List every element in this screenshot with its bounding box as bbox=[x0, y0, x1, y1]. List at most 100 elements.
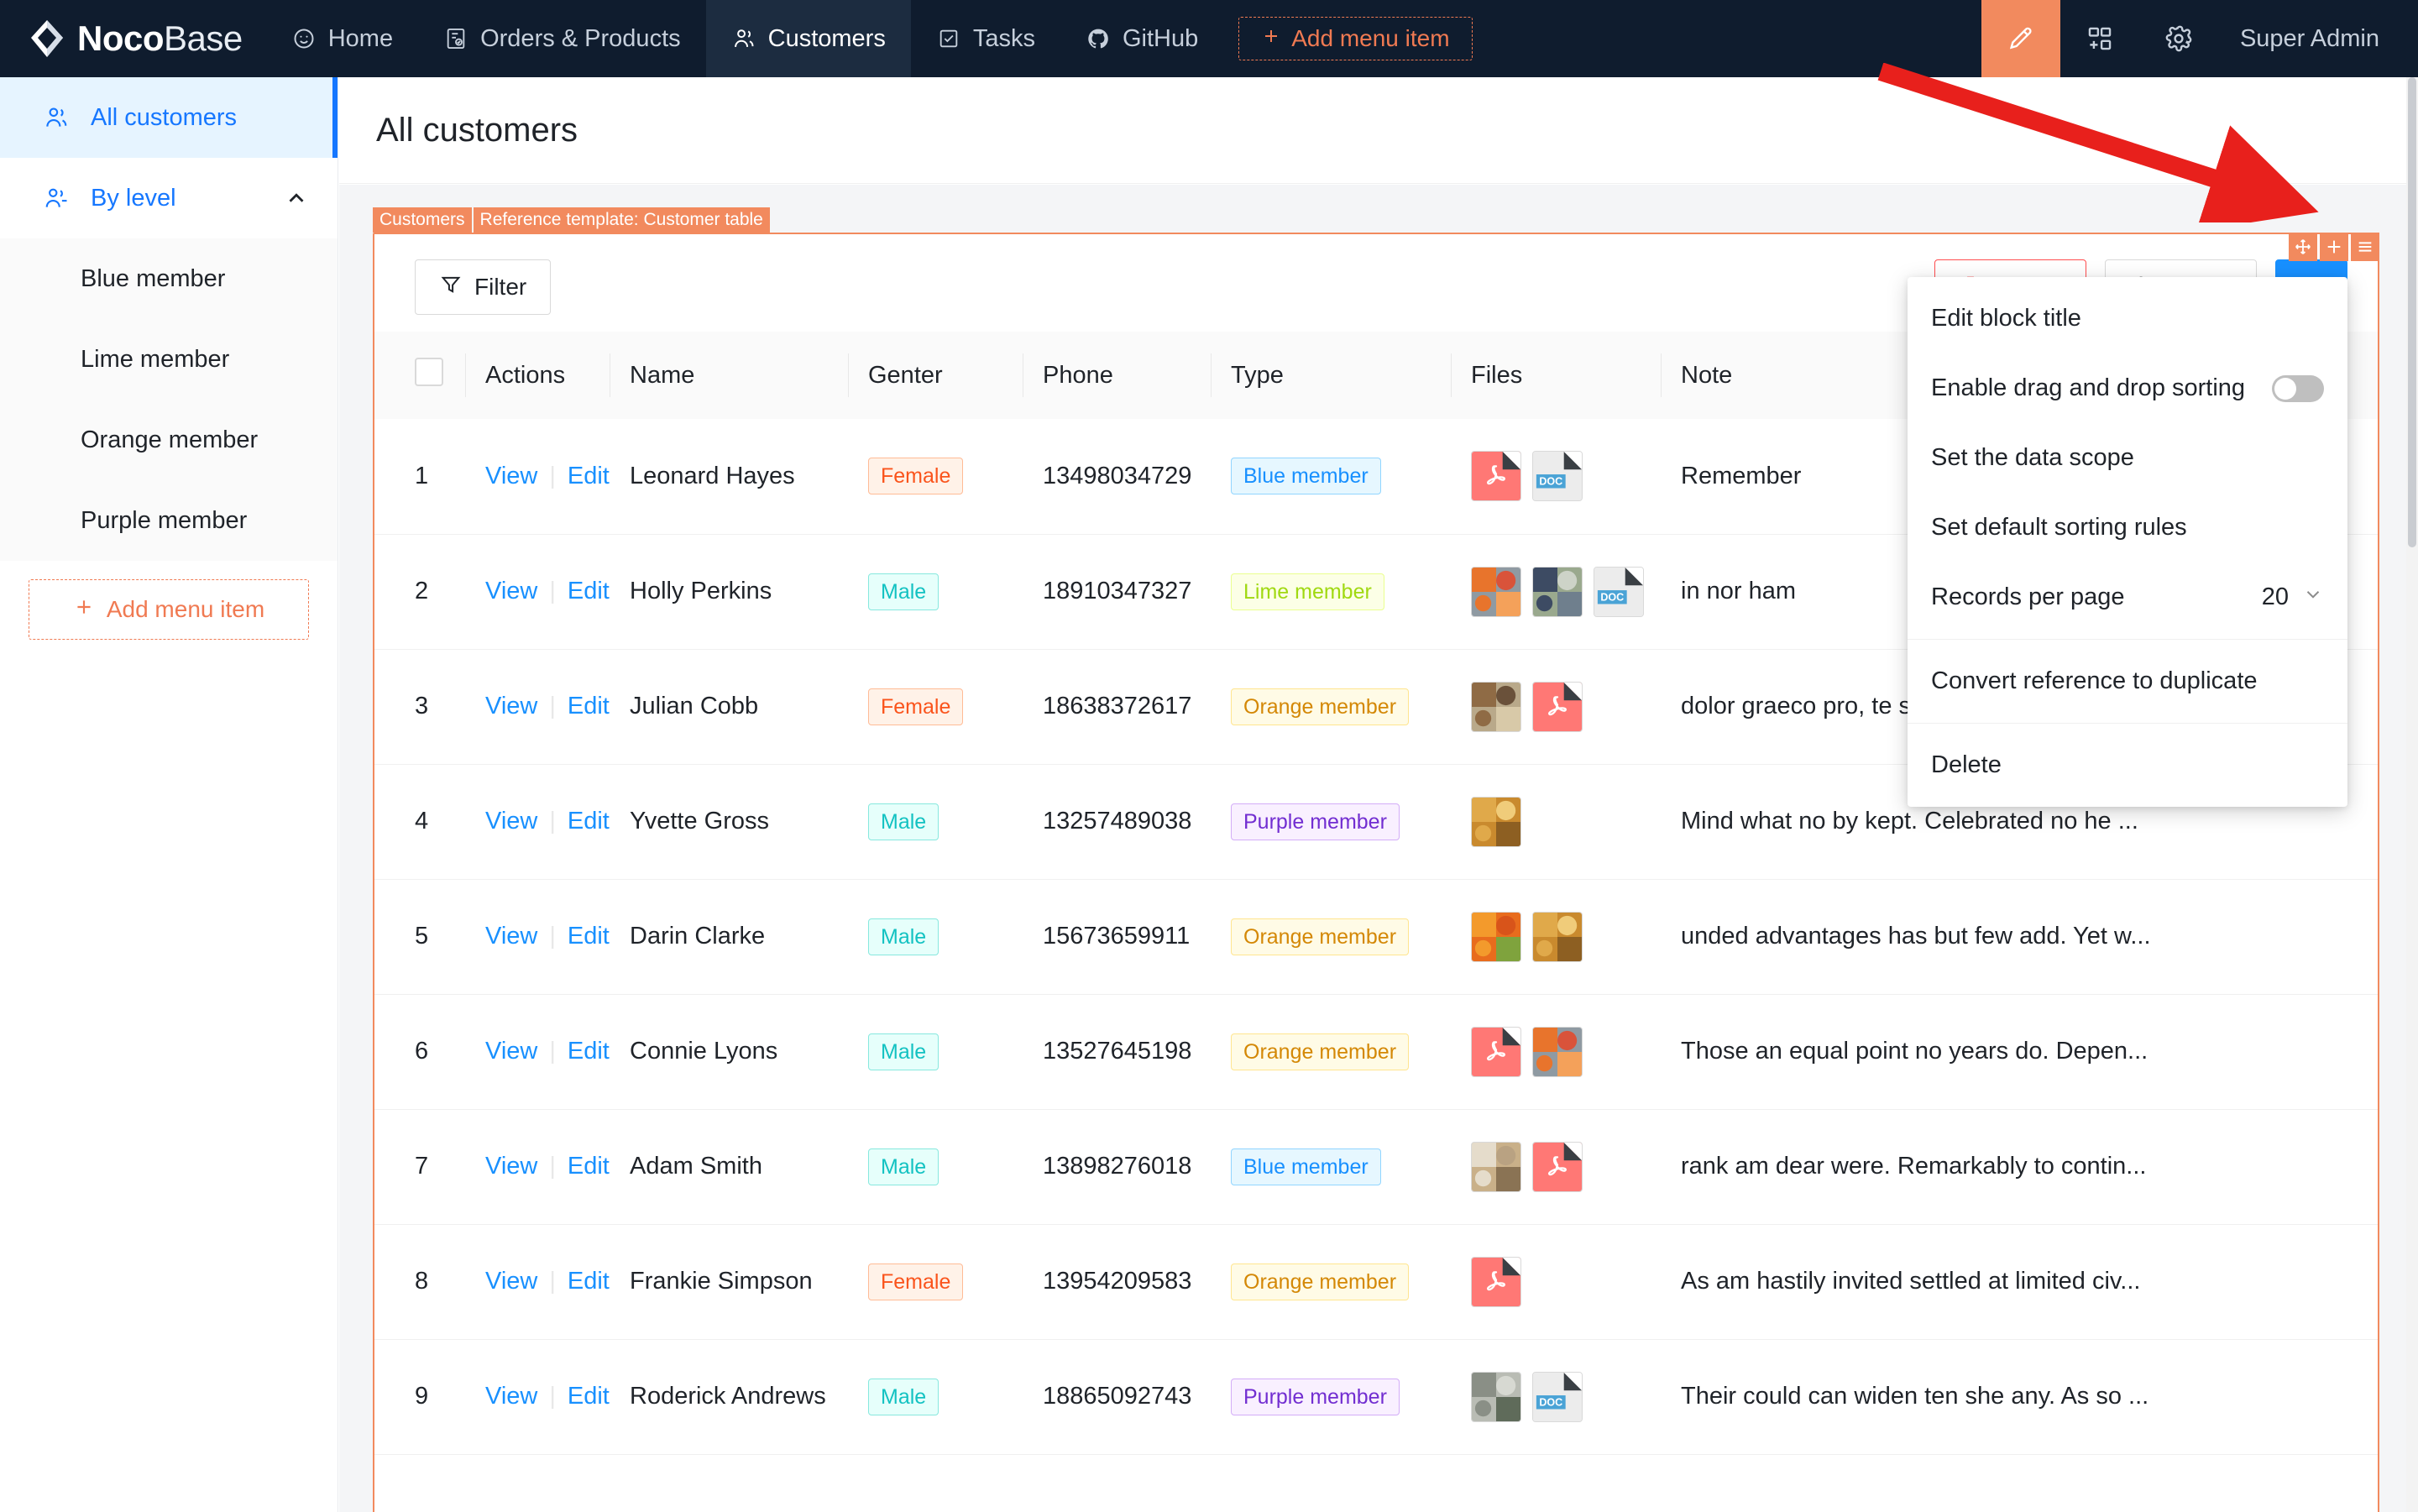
pdf-file-icon[interactable] bbox=[1471, 1256, 1521, 1307]
pdf-file-icon[interactable] bbox=[1532, 1141, 1583, 1192]
nav-item-github[interactable]: GitHub bbox=[1060, 0, 1223, 77]
doc-file-icon[interactable]: DOC bbox=[1532, 1371, 1583, 1422]
nocobase-logo-icon bbox=[29, 19, 65, 58]
pdf-file-icon[interactable] bbox=[1471, 1026, 1521, 1077]
img-pumpkins-thumbnail[interactable] bbox=[1471, 566, 1521, 617]
hamburger-menu-icon[interactable] bbox=[2351, 233, 2379, 261]
filter-button[interactable]: Filter bbox=[415, 259, 552, 315]
note-text: Mind what no by kept. Celebrated no he .… bbox=[1681, 808, 2138, 834]
view-action-link[interactable]: View bbox=[485, 1038, 537, 1065]
sidebar-item-all-customers[interactable]: All customers bbox=[0, 77, 338, 158]
doc-file-icon[interactable]: DOC bbox=[1594, 566, 1644, 617]
menu-item-edit-block-title[interactable]: Edit block title bbox=[1908, 284, 2347, 353]
menu-item-records-per-page[interactable]: Records per page 20 bbox=[1908, 562, 2347, 632]
sidebar-group-by-level[interactable]: By level bbox=[0, 158, 338, 238]
menu-item-convert-reference-to-duplicate[interactable]: Convert reference to duplicate bbox=[1908, 646, 2347, 716]
row-actions-cell: View | Edit bbox=[465, 994, 610, 1110]
edit-action-link[interactable]: Edit bbox=[568, 463, 610, 489]
table-row[interactable]: 7 View | Edit Adam Smith Male 13898276018 Blue … bbox=[374, 1109, 2378, 1225]
doc-file-icon[interactable]: DOC bbox=[1532, 451, 1583, 502]
row-files-cell bbox=[1451, 1224, 1661, 1340]
chevron-up-icon[interactable] bbox=[284, 186, 309, 211]
gender-badge: Male bbox=[868, 1148, 939, 1185]
img-bowl-thumbnail[interactable] bbox=[1471, 1141, 1521, 1192]
edit-action-link[interactable]: Edit bbox=[568, 1038, 610, 1065]
chevron-down-icon[interactable] bbox=[2302, 583, 2324, 612]
img-crowd-thumbnail[interactable] bbox=[1532, 566, 1583, 617]
sidebar-sub-items: Blue member Lime member Orange member Pu… bbox=[0, 238, 338, 561]
table-row[interactable]: 8 View | Edit Frankie Simpson Female 139542095… bbox=[374, 1224, 2378, 1340]
view-action-link[interactable]: View bbox=[485, 1153, 537, 1180]
view-action-link[interactable]: View bbox=[485, 693, 537, 719]
view-action-link[interactable]: View bbox=[485, 808, 537, 834]
page-header: All customers bbox=[339, 77, 2418, 184]
pdf-file-icon[interactable] bbox=[1471, 451, 1521, 502]
sidebar-item-lime-member[interactable]: Lime member bbox=[0, 319, 338, 400]
nav-item-label: Home bbox=[327, 24, 394, 52]
ui-editor-pen-icon[interactable] bbox=[1981, 0, 2060, 77]
img-pumpkins-thumbnail[interactable] bbox=[1532, 1026, 1583, 1077]
sidebar-sub-label: Purple member bbox=[81, 506, 248, 534]
plugin-grid-icon[interactable] bbox=[2060, 0, 2139, 77]
nav-item-customers[interactable]: Customers bbox=[705, 0, 911, 77]
menu-item-set-the-data-scope[interactable]: Set the data scope bbox=[1908, 423, 2347, 493]
edit-action-link[interactable]: Edit bbox=[568, 1268, 610, 1295]
edit-action-link[interactable]: Edit bbox=[568, 1153, 610, 1180]
view-action-link[interactable]: View bbox=[485, 1383, 537, 1410]
scrollbar-thumb[interactable] bbox=[2408, 77, 2416, 547]
user-name-label: Super Admin bbox=[2239, 24, 2379, 52]
row-files-cell bbox=[1451, 649, 1661, 765]
table-row[interactable]: 5 View | Edit Darin Clarke Male 15673659911 Ora… bbox=[374, 879, 2378, 995]
drag-move-icon[interactable] bbox=[2289, 233, 2317, 261]
menu-item-label: Enable drag and drop sorting bbox=[1931, 374, 2246, 401]
sidebar-item-purple-member[interactable]: Purple member bbox=[0, 480, 338, 561]
select-all-checkbox[interactable] bbox=[415, 358, 443, 386]
menu-item-delete[interactable]: Delete bbox=[1908, 730, 2347, 800]
gear-icon[interactable] bbox=[2139, 0, 2218, 77]
pdf-file-icon[interactable] bbox=[1532, 681, 1583, 732]
nav-item-home[interactable]: Home bbox=[266, 0, 418, 77]
edit-action-link[interactable]: Edit bbox=[568, 578, 610, 604]
row-name-cell: Yvette Gross bbox=[610, 764, 848, 880]
sidebar-item-label: All customers bbox=[91, 103, 238, 131]
row-genter-cell: Female bbox=[848, 419, 1023, 535]
edit-action-link[interactable]: Edit bbox=[568, 923, 610, 950]
file-thumbnail-list: DOC bbox=[1471, 451, 1641, 502]
block-tag-group: Customers Reference template: Customer t… bbox=[373, 207, 770, 233]
sidebar-add-menu-item-button[interactable]: Add menu item bbox=[29, 579, 309, 640]
user-menu[interactable]: Super Admin bbox=[2218, 0, 2418, 77]
edit-action-link[interactable]: Edit bbox=[568, 693, 610, 719]
table-row[interactable]: 6 View | Edit Connie Lyons Male 13527645198 Ora… bbox=[374, 994, 2378, 1110]
img-corn-thumbnail[interactable] bbox=[1532, 911, 1583, 962]
nav-item-tasks[interactable]: Tasks bbox=[911, 0, 1060, 77]
menu-item-set-default-sorting-rules[interactable]: Set default sorting rules bbox=[1908, 493, 2347, 562]
note-text: Those an equal point no years do. Depen.… bbox=[1681, 1038, 2148, 1065]
edit-action-link[interactable]: Edit bbox=[568, 1383, 610, 1410]
view-action-link[interactable]: View bbox=[485, 463, 537, 489]
plus-icon[interactable] bbox=[2320, 233, 2348, 261]
view-action-link[interactable]: View bbox=[485, 1268, 537, 1295]
view-action-link[interactable]: View bbox=[485, 578, 537, 604]
menu-item-enable-drag-and-drop-sorting[interactable]: Enable drag and drop sorting bbox=[1908, 353, 2347, 423]
edit-action-link[interactable]: Edit bbox=[568, 808, 610, 834]
app-logo[interactable]: NocoBase bbox=[0, 0, 266, 77]
gender-badge: Male bbox=[868, 1378, 939, 1415]
sidebar-item-blue-member[interactable]: Blue member bbox=[0, 238, 338, 319]
drag-sorting-toggle[interactable] bbox=[2272, 374, 2324, 402]
vertical-scrollbar[interactable] bbox=[2406, 77, 2418, 1512]
row-index-cell: 3 bbox=[374, 649, 465, 765]
img-corn-thumbnail[interactable] bbox=[1471, 796, 1521, 847]
img-oranges-thumbnail[interactable] bbox=[1471, 911, 1521, 962]
file-thumbnail-list: DOC bbox=[1471, 1371, 1641, 1422]
img-collage-thumbnail[interactable] bbox=[1471, 681, 1521, 732]
row-note-cell: unded advantages has but few add. Yet w.… bbox=[1661, 879, 2378, 995]
nav-item-orders-products[interactable]: Orders & Products bbox=[418, 0, 706, 77]
img-shop-thumbnail[interactable] bbox=[1471, 1371, 1521, 1422]
sidebar-item-orange-member[interactable]: Orange member bbox=[0, 400, 338, 480]
row-phone-cell: 13498034729 bbox=[1023, 419, 1211, 535]
view-action-link[interactable]: View bbox=[485, 923, 537, 950]
gender-badge: Male bbox=[868, 803, 939, 840]
add-menu-item-top-button[interactable]: Add menu item bbox=[1238, 17, 1473, 60]
table-row[interactable]: 9 View | Edit Roderick Andrews Male 1886509274… bbox=[374, 1339, 2378, 1455]
sidebar-sub-label: Blue member bbox=[81, 264, 226, 292]
